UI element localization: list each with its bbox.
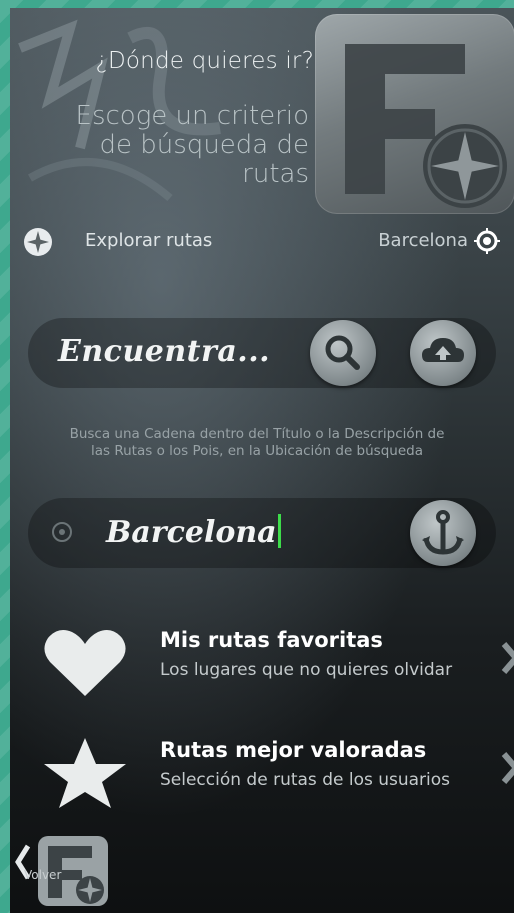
page-title: ¿Dónde quieres ir? bbox=[95, 48, 314, 74]
heart-icon bbox=[44, 630, 126, 696]
cloud-upload-icon bbox=[422, 338, 464, 362]
anchor-icon bbox=[422, 510, 464, 555]
header-subtitle: Escoge un criterio de búsqueda de rutas bbox=[9, 102, 309, 189]
text-cursor bbox=[277, 514, 281, 548]
search-button[interactable] bbox=[310, 320, 376, 386]
search-hint-line-2: las Rutas o los Pois, en la Ubicación de… bbox=[91, 443, 423, 459]
search-hint: Busca una Cadena dentro del Título o la … bbox=[10, 426, 504, 460]
menu-item-favorites[interactable]: Mis rutas favoritas Los lugares que no q… bbox=[10, 620, 514, 700]
favorites-description: Los lugares que no quieres olvidar bbox=[160, 660, 453, 680]
locate-target-icon[interactable] bbox=[474, 228, 500, 254]
explore-routes-row[interactable]: Explorar rutas Barcelona bbox=[10, 220, 504, 264]
top-rated-title: Rutas mejor valoradas bbox=[160, 738, 427, 762]
explore-routes-label: Explorar rutas bbox=[85, 230, 213, 251]
chevron-right-icon bbox=[501, 752, 514, 784]
location-input-wrap[interactable]: Barcelona bbox=[106, 514, 281, 550]
back-button-label[interactable]: Volver bbox=[24, 868, 61, 882]
star-icon bbox=[44, 738, 126, 808]
compass-icon bbox=[24, 228, 52, 256]
header-question: ¿Dónde quieres ir? bbox=[95, 48, 314, 74]
app-logo bbox=[315, 14, 514, 214]
anchor-button[interactable] bbox=[410, 500, 476, 566]
search-hint-line-1: Busca una Cadena dentro del Título o la … bbox=[69, 426, 445, 442]
top-rated-description: Selección de rutas de los usuarios bbox=[160, 770, 451, 790]
menu-item-top-rated[interactable]: Rutas mejor valoradas Selección de rutas… bbox=[10, 730, 514, 810]
location-dot-icon bbox=[52, 522, 72, 542]
subtitle-line-1: Escoge un criterio bbox=[75, 101, 309, 131]
current-city-label[interactable]: Barcelona bbox=[378, 230, 468, 251]
cloud-upload-button[interactable] bbox=[410, 320, 476, 386]
search-input[interactable]: Encuentra... bbox=[58, 334, 270, 369]
location-field[interactable]: Barcelona bbox=[28, 498, 496, 568]
favorites-title: Mis rutas favoritas bbox=[160, 628, 383, 652]
subtitle-line-2: de búsqueda de bbox=[99, 130, 309, 160]
bottom-bar bbox=[10, 820, 514, 913]
search-field[interactable]: Encuentra... bbox=[28, 318, 496, 388]
search-icon bbox=[325, 335, 360, 370]
subtitle-line-3: rutas bbox=[242, 159, 309, 189]
location-input[interactable]: Barcelona bbox=[106, 515, 277, 550]
chevron-right-icon bbox=[501, 642, 514, 674]
app-logo-icon bbox=[345, 44, 507, 208]
